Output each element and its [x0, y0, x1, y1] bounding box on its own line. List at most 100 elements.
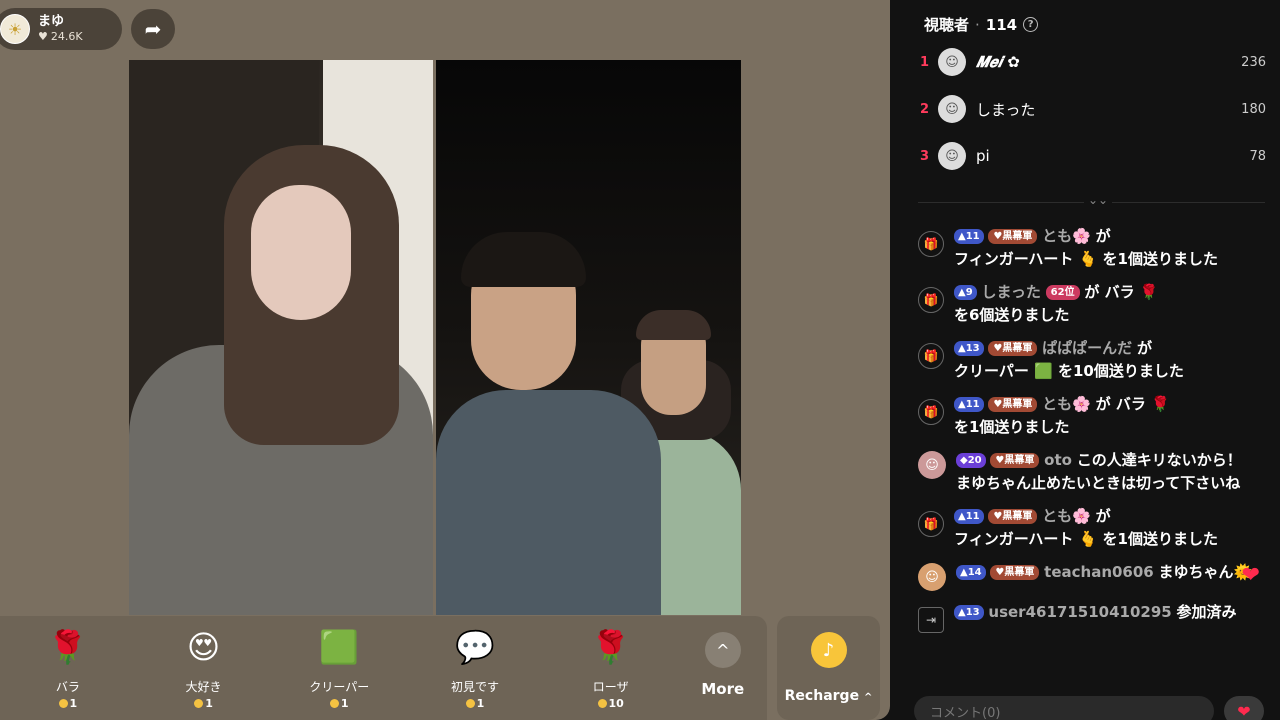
floating-heart-icon: ❤ — [1241, 563, 1260, 588]
level-badge: ▲9 — [954, 285, 977, 300]
ranking-score: 236 — [1241, 54, 1266, 70]
heart-face-icon: 😍 — [186, 628, 221, 666]
coin-icon — [194, 699, 204, 708]
gift-price: 1 — [58, 697, 77, 710]
join-icon: ⇥ — [918, 607, 944, 633]
share-arrow-icon: ➦ — [144, 17, 162, 41]
gift-rosa[interactable]: 🌹 ローザ 10 — [543, 616, 679, 720]
host-likes-count: 24.6K — [50, 30, 83, 44]
fan-badge: ♥黒幕軍 — [988, 229, 1038, 244]
rose-icon: 🌹 — [47, 628, 88, 666]
fan-badge: ♥黒幕軍 — [988, 397, 1038, 412]
chat-message: ⇥ ▲13 user46171510410295 参加済み — [918, 601, 1268, 633]
help-icon[interactable]: ? — [1023, 17, 1039, 32]
ranking-row[interactable]: 1 ☺ 𝑴𝒆𝒊 ✿ 236 — [920, 42, 1266, 82]
avatar: ☺ — [938, 48, 966, 76]
host-likes: ♥ 24.6K — [38, 30, 83, 44]
gift-name: バラ — [55, 680, 80, 694]
gift-price: 1 — [465, 697, 484, 710]
viewers-title: 視聴者 — [924, 16, 970, 34]
chat-username[interactable]: ぱぱぱーんだ — [1042, 339, 1132, 357]
viewers-count: 114 — [985, 15, 1018, 34]
gift-price: 1 — [194, 697, 213, 710]
level-badge: ▲11 — [954, 229, 984, 244]
host-video[interactable] — [129, 60, 433, 615]
fan-badge: ♥黒幕軍 — [990, 453, 1040, 468]
avatar: ☺ — [938, 142, 966, 170]
chat-list: 🎁 ▲11 ♥黒幕軍 とも🌸 が フィンガーハート 🫰 を1個送りました 🎁 ▲… — [918, 225, 1268, 643]
chat-username[interactable]: しまった — [981, 283, 1040, 301]
chat-username[interactable]: user46171510410295 — [988, 603, 1171, 621]
chat-message: ☺ ▲14 ♥黒幕軍 teachan0606 まゆちゃん🌞 — [918, 561, 1268, 591]
chat-username[interactable]: とも🌸 — [1042, 507, 1091, 525]
gift-hajimemashite[interactable]: 💬 初見です 1 — [407, 616, 543, 720]
chat-message: 🎁 ▲11 ♥黒幕軍 とも🌸 が フィンガーハート 🫰 を1個送りました — [918, 505, 1268, 551]
fan-badge: ♥黒幕軍 — [990, 565, 1040, 580]
coin-icon — [58, 699, 68, 708]
guest-video[interactable] — [436, 60, 741, 615]
comment-input[interactable]: コメント(0) — [914, 696, 1214, 720]
gift-creeper[interactable]: 🟩 クリーパー 1 — [271, 616, 407, 720]
gift-name: クリーパー — [309, 680, 370, 694]
rank-badge: 62位 — [1045, 285, 1080, 300]
chat-message: 🎁 ▲9 しまった 62位 が バラ 🌹 を6個送りました — [918, 281, 1268, 327]
chevron-up-icon: ^ — [704, 632, 741, 668]
chat-message: ☺ ◆20 ♥黒幕軍 oto この人達キリないから！まゆちゃん止めたいときは切っ… — [918, 449, 1268, 495]
chat-username[interactable]: teachan0606 — [1044, 563, 1154, 581]
recharge-button[interactable]: ♪ Recharge ^ — [777, 616, 880, 720]
fan-badge: ♥黒幕軍 — [988, 509, 1038, 524]
level-badge: ▲11 — [954, 397, 984, 412]
level-badge: ▲13 — [954, 341, 984, 356]
level-badge: ▲11 — [954, 509, 984, 524]
gift-price: 1 — [329, 697, 349, 710]
avatar[interactable]: ☺ — [918, 563, 946, 591]
coin-icon — [465, 699, 475, 708]
chat-username[interactable]: とも🌸 — [1042, 395, 1091, 413]
level-badge: ▲14 — [956, 565, 986, 580]
gift-icon: 🎁 — [918, 343, 944, 369]
share-button[interactable]: ➦ — [131, 9, 175, 49]
avatar[interactable]: ☺ — [918, 451, 946, 479]
host-avatar[interactable]: ☀ — [0, 14, 30, 44]
rose-icon: 🌹 — [590, 628, 631, 666]
recharge-label: Recharge — [784, 688, 860, 704]
gift-price: 10 — [597, 697, 624, 710]
avatar: ☺ — [938, 95, 966, 123]
level-badge: ▲13 — [954, 605, 984, 620]
ranking-name: しまった — [976, 100, 1036, 119]
chat-message: 🎁 ▲11 ♥黒幕軍 とも🌸 が フィンガーハート 🫰 を1個送りました — [918, 225, 1268, 271]
gift-name: 大好き — [185, 680, 222, 694]
video-stage: ☀ まゆ ♥ 24.6K ➦ — [0, 0, 890, 720]
more-gifts-button[interactable]: ^ More — [679, 616, 768, 720]
tiktok-coin-icon: ♪ — [810, 632, 847, 668]
chat-username[interactable]: oto — [1044, 451, 1072, 469]
chevron-down-icon[interactable]: ⌄⌄ — [1084, 193, 1113, 207]
gift-rose[interactable]: 🌹 バラ 1 — [0, 616, 136, 720]
host-profile-pill[interactable]: ☀ まゆ ♥ 24.6K — [0, 8, 122, 50]
fan-badge: ♥黒幕軍 — [988, 341, 1038, 356]
chat-text: まゆちゃん🌞 — [1158, 563, 1253, 581]
ranking-name: 𝑴𝒆𝒊 ✿ — [976, 53, 1020, 71]
gift-icon: 🎁 — [918, 287, 944, 313]
chevron-up-icon: ^ — [863, 692, 873, 703]
gift-icon: 🎁 — [918, 511, 944, 537]
gift-icon: 🎁 — [918, 399, 944, 425]
ranking-row[interactable]: 2 ☺ しまった 180 — [920, 89, 1266, 129]
chat-message: 🎁 ▲13 ♥黒幕軍 ぱぱぱーんだ が クリーパー 🟩 を10個送りました — [918, 337, 1268, 383]
ranking-row[interactable]: 3 ☺ pi 78 — [920, 136, 1266, 176]
first-visit-icon: 💬 — [455, 628, 495, 666]
gift-daisuki[interactable]: 😍 大好き 1 — [136, 616, 272, 720]
gift-name: 初見です — [450, 680, 499, 694]
heart-icon[interactable]: ❤ — [1224, 696, 1264, 720]
ranking-score: 78 — [1249, 148, 1266, 164]
host-name[interactable]: まゆ — [38, 14, 83, 29]
level-badge: ◆20 — [956, 453, 986, 468]
ranking-name: pi — [976, 147, 990, 165]
chat-username[interactable]: とも🌸 — [1042, 227, 1091, 245]
live-stream-page: ☀ まゆ ♥ 24.6K ➦ 🌹 バラ 1 😍 大好き 1 🟩 クリーパー 1 … — [0, 0, 1280, 720]
side-panel: 視聴者 · 114 ? 1 ☺ 𝑴𝒆𝒊 ✿ 236 2 ☺ しまった 180 3… — [904, 0, 1280, 720]
chat-message: 🎁 ▲11 ♥黒幕軍 とも🌸 が バラ 🌹 を1個送りました — [918, 393, 1268, 439]
creeper-icon: 🟩 — [319, 628, 360, 666]
viewers-header: 視聴者 · 114 ? — [924, 14, 1039, 35]
heart-icon: ♥ — [38, 30, 48, 44]
